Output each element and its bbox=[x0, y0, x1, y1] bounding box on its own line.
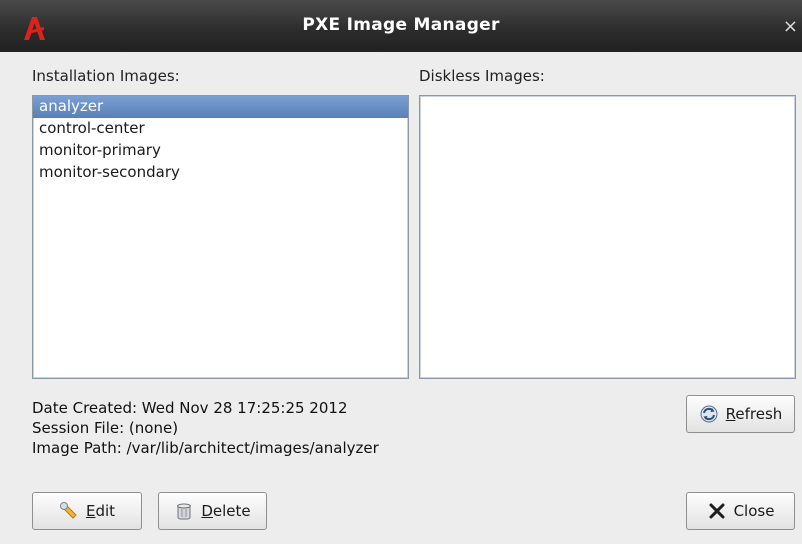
installation-images-list[interactable]: analyzer control-center monitor-primary … bbox=[32, 95, 409, 379]
diskless-images-label: Diskless Images: bbox=[419, 67, 545, 85]
list-item[interactable]: analyzer bbox=[33, 96, 408, 118]
refresh-button[interactable]: Refresh bbox=[686, 395, 795, 433]
x-close-icon bbox=[709, 503, 725, 519]
window-titlebar[interactable]: PXE Image Manager × bbox=[0, 0, 802, 52]
list-item[interactable]: monitor-secondary bbox=[33, 162, 408, 184]
image-path-text: Image Path: /var/lib/architect/images/an… bbox=[32, 439, 379, 457]
diskless-images-list[interactable] bbox=[419, 95, 796, 379]
refresh-button-label: Refresh bbox=[725, 405, 783, 423]
list-item[interactable]: control-center bbox=[33, 118, 408, 140]
session-file-text: Session File: (none) bbox=[32, 419, 179, 437]
trash-icon bbox=[177, 503, 192, 520]
close-button-label: Close bbox=[733, 502, 775, 520]
window-title: PXE Image Manager bbox=[302, 15, 500, 35]
installation-images-label: Installation Images: bbox=[32, 67, 180, 85]
delete-button[interactable]: Delete bbox=[158, 492, 267, 530]
list-item[interactable]: monitor-primary bbox=[33, 140, 408, 162]
edit-button[interactable]: Edit bbox=[32, 492, 142, 530]
window-close-icon[interactable]: × bbox=[783, 16, 798, 37]
refresh-icon bbox=[700, 405, 718, 423]
close-button[interactable]: Close bbox=[686, 492, 795, 530]
delete-button-label: Delete bbox=[201, 502, 251, 520]
date-created-text: Date Created: Wed Nov 28 17:25:25 2012 bbox=[32, 399, 348, 417]
edit-button-label: Edit bbox=[85, 502, 116, 520]
wrench-icon bbox=[59, 502, 77, 519]
image-details: Date Created: Wed Nov 28 17:25:25 2012 S… bbox=[32, 398, 379, 458]
